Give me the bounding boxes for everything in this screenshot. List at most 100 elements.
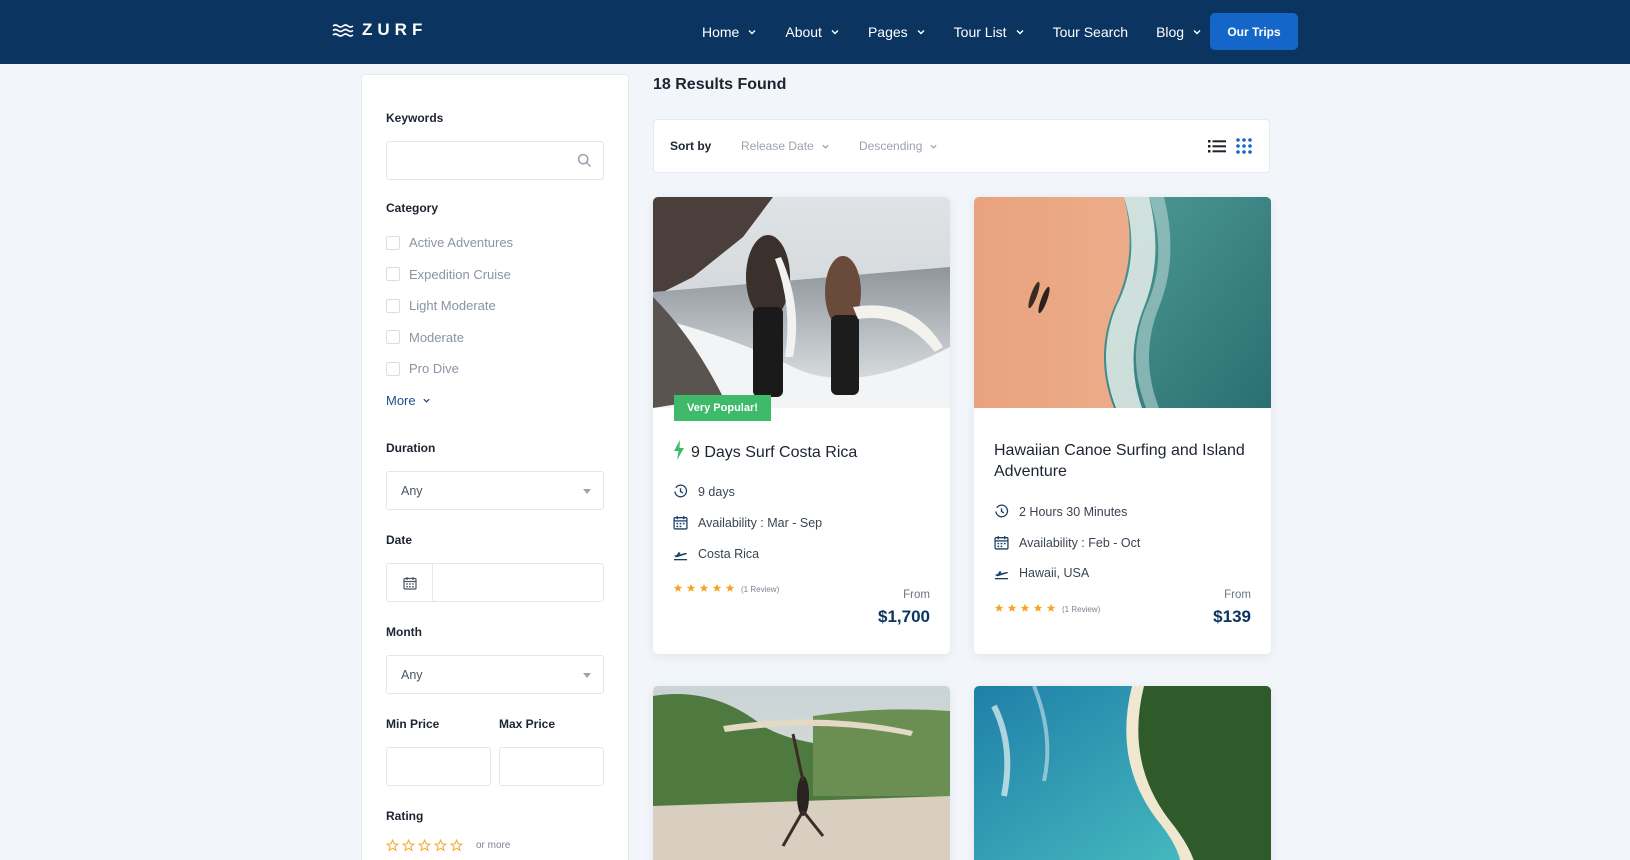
sort-field-value: Release Date bbox=[741, 139, 814, 153]
brand-logo[interactable]: ZURF bbox=[332, 20, 427, 40]
sort-label: Sort by bbox=[670, 139, 712, 153]
rating-filter[interactable]: or more bbox=[386, 839, 510, 852]
tour-availability: Availability : Feb - Oct bbox=[994, 535, 1140, 550]
month-select[interactable]: Any bbox=[386, 655, 604, 694]
max-price-input[interactable] bbox=[499, 747, 604, 786]
duration-value: Any bbox=[401, 484, 423, 498]
tour-rating: (1 Review) bbox=[994, 603, 1100, 615]
category-option-label: Pro Dive bbox=[409, 361, 459, 377]
tour-price: $1,700 bbox=[878, 607, 930, 626]
tour-title[interactable]: 9 Days Surf Costa Rica bbox=[673, 440, 933, 463]
star-icon bbox=[725, 583, 735, 595]
star-outline-icon[interactable] bbox=[402, 839, 415, 852]
plane-icon bbox=[673, 551, 688, 560]
tour-duration: 2 Hours 30 Minutes bbox=[994, 504, 1127, 519]
category-option-label: Active Adventures bbox=[409, 235, 514, 251]
review-count[interactable]: (1 Review) bbox=[741, 585, 779, 594]
location-text: Hawaii, USA bbox=[1019, 566, 1090, 580]
grid-view-icon[interactable] bbox=[1236, 138, 1252, 154]
tour-price: $139 bbox=[1213, 607, 1251, 626]
plane-icon bbox=[994, 570, 1009, 579]
main-menu: Home About Pages Tour List Tour Search B… bbox=[702, 0, 1230, 64]
tour-location: Costa Rica bbox=[673, 547, 759, 561]
more-categories-link[interactable]: More bbox=[386, 393, 431, 408]
star-icon bbox=[1020, 603, 1030, 615]
star-icon bbox=[673, 583, 683, 595]
category-option[interactable]: Pro Dive bbox=[386, 353, 513, 385]
sort-field-select[interactable]: Release Date bbox=[741, 139, 830, 153]
category-option[interactable]: Light Moderate bbox=[386, 290, 513, 322]
checkbox[interactable] bbox=[386, 298, 400, 313]
nav-item-about[interactable]: About bbox=[785, 24, 840, 40]
month-label: Month bbox=[386, 625, 422, 639]
checkbox[interactable] bbox=[386, 330, 400, 345]
chevron-down-icon bbox=[930, 144, 938, 149]
filter-sidebar: Keywords Category Active Adventures Expe… bbox=[361, 74, 629, 860]
calendar-button[interactable] bbox=[387, 564, 433, 601]
tour-availability: Availability : Mar - Sep bbox=[673, 515, 822, 530]
star-outline-icon[interactable] bbox=[386, 839, 399, 852]
star-icon bbox=[699, 583, 709, 595]
tour-image[interactable] bbox=[653, 686, 950, 860]
list-view-icon[interactable] bbox=[1208, 138, 1226, 154]
review-count[interactable]: (1 Review) bbox=[1062, 605, 1100, 614]
category-option-label: Light Moderate bbox=[409, 298, 496, 314]
tour-location: Hawaii, USA bbox=[994, 566, 1089, 580]
tour-image[interactable] bbox=[974, 197, 1271, 408]
top-navbar: ZURF Home About Pages Tour List Tour Sea… bbox=[0, 0, 1630, 64]
nav-item-tour-search[interactable]: Tour Search bbox=[1053, 24, 1128, 40]
chevron-down-icon bbox=[917, 30, 925, 35]
location-text: Costa Rica bbox=[698, 547, 760, 561]
our-trips-button[interactable]: Our Trips bbox=[1210, 13, 1298, 50]
checkbox[interactable] bbox=[386, 361, 400, 376]
nav-label: Blog bbox=[1156, 24, 1185, 40]
min-price-label: Min Price bbox=[386, 717, 440, 731]
star-icon bbox=[994, 603, 1004, 615]
date-label: Date bbox=[386, 533, 413, 547]
sort-bar: Sort by Release Date Descending bbox=[653, 119, 1270, 173]
brand-name: ZURF bbox=[362, 20, 428, 39]
category-option[interactable]: Moderate bbox=[386, 322, 513, 354]
tour-card[interactable]: Very Popular! 9 Days Surf Costa Rica 9 d… bbox=[653, 197, 950, 654]
clock-icon bbox=[674, 484, 688, 498]
nav-item-pages[interactable]: Pages bbox=[868, 24, 926, 40]
search-icon bbox=[577, 153, 592, 168]
chevron-down-icon bbox=[422, 398, 430, 403]
tour-rating: (1 Review) bbox=[673, 583, 779, 595]
price-from-label: From bbox=[903, 589, 930, 601]
tour-card[interactable] bbox=[653, 686, 950, 860]
tour-title[interactable]: Hawaiian Canoe Surfing and Island Advent… bbox=[994, 440, 1254, 482]
chevron-down-icon bbox=[1016, 30, 1024, 35]
nav-label: Tour Search bbox=[1052, 24, 1129, 40]
star-outline-icon[interactable] bbox=[418, 839, 431, 852]
nav-label: About bbox=[785, 24, 822, 40]
checkbox[interactable] bbox=[386, 235, 400, 250]
star-icon bbox=[686, 583, 696, 595]
date-input[interactable] bbox=[386, 563, 604, 602]
category-option[interactable]: Expedition Cruise bbox=[386, 259, 513, 291]
chevron-down-icon bbox=[831, 30, 839, 35]
min-price-input[interactable] bbox=[386, 747, 491, 786]
duration-select[interactable]: Any bbox=[386, 471, 604, 510]
price-from-label: From bbox=[1224, 589, 1251, 601]
nav-item-blog[interactable]: Blog bbox=[1156, 24, 1202, 40]
nav-item-tour-list[interactable]: Tour List bbox=[954, 24, 1025, 40]
category-option-label: Expedition Cruise bbox=[409, 266, 511, 282]
tour-image[interactable] bbox=[974, 686, 1271, 860]
tour-image[interactable] bbox=[653, 197, 950, 408]
star-icon bbox=[1046, 603, 1056, 615]
rating-label: Rating bbox=[386, 809, 424, 823]
keywords-input[interactable] bbox=[386, 141, 604, 180]
sort-order-select[interactable]: Descending bbox=[859, 139, 938, 153]
month-value: Any bbox=[401, 668, 423, 682]
category-option[interactable]: Active Adventures bbox=[386, 227, 513, 259]
duration-text: 2 Hours 30 Minutes bbox=[1019, 504, 1128, 519]
star-outline-icon[interactable] bbox=[434, 839, 447, 852]
popular-badge: Very Popular! bbox=[674, 395, 771, 421]
tour-card[interactable] bbox=[974, 686, 1271, 860]
star-outline-icon[interactable] bbox=[450, 839, 463, 852]
tour-card[interactable]: Hawaiian Canoe Surfing and Island Advent… bbox=[974, 197, 1271, 654]
checkbox[interactable] bbox=[386, 267, 400, 282]
nav-label: Home bbox=[702, 24, 740, 40]
nav-item-home[interactable]: Home bbox=[702, 24, 757, 40]
